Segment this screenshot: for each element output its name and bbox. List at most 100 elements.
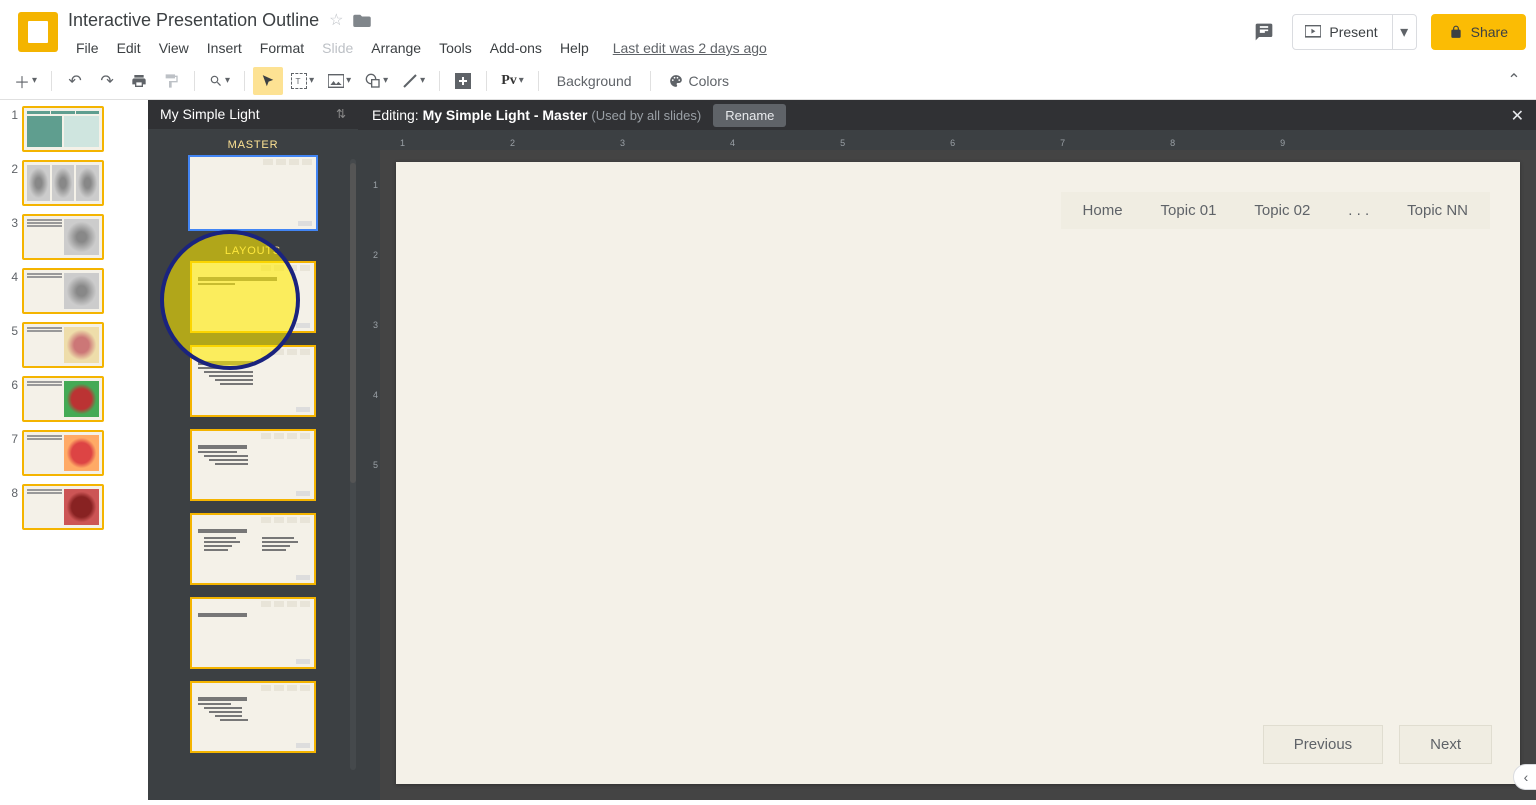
textbox-tool[interactable]: T ▾ — [285, 67, 320, 95]
last-edit-link[interactable]: Last edit was 2 days ago — [613, 40, 767, 56]
line-tool[interactable]: ▾ — [396, 67, 431, 95]
new-slide-button[interactable]: ＋▾ — [8, 67, 43, 95]
present-icon — [1305, 25, 1321, 39]
share-label: Share — [1471, 24, 1508, 40]
slide-thumb-4[interactable] — [22, 268, 104, 314]
separator — [194, 71, 195, 91]
separator — [51, 71, 52, 91]
separator — [244, 71, 245, 91]
menu-format[interactable]: Format — [252, 36, 312, 60]
menu-view[interactable]: View — [151, 36, 197, 60]
palette-icon — [669, 74, 683, 88]
vertical-ruler: 1 2 3 4 5 — [358, 130, 380, 800]
slide-thumb-2[interactable] — [22, 160, 104, 206]
menu-addons[interactable]: Add-ons — [482, 36, 550, 60]
nav-topic-1[interactable]: Topic 01 — [1161, 202, 1217, 219]
separator — [486, 71, 487, 91]
title-area: Interactive Presentation Outline ☆ File … — [68, 8, 1250, 60]
add-placeholder-button[interactable] — [448, 67, 478, 95]
editing-label: Editing: My Simple Light - Master (Used … — [372, 107, 701, 123]
slide-thumb-3[interactable] — [22, 214, 104, 260]
slide-thumb-6[interactable] — [22, 376, 104, 422]
theme-font-button[interactable]: Pv ▾ — [495, 67, 530, 95]
layout-thumb-2[interactable] — [190, 345, 316, 417]
present-dropdown[interactable]: ▾ — [1392, 15, 1416, 49]
slide-nav-bar[interactable]: Home Topic 01 Topic 02 . . . Topic NN — [1061, 192, 1490, 229]
workspace: 1 2 3 4 5 6 7 8 My Simple Light ⇅ MASTER… — [0, 100, 1536, 800]
slide-thumb-5[interactable] — [22, 322, 104, 368]
shape-tool[interactable]: ▾ — [359, 67, 394, 95]
slide-number: 3 — [4, 214, 22, 230]
zoom-button[interactable]: ▾ — [203, 67, 236, 95]
slide-thumb-1[interactable] — [22, 106, 104, 152]
background-button[interactable]: Background — [547, 69, 642, 93]
separator — [439, 71, 440, 91]
app-header: Interactive Presentation Outline ☆ File … — [0, 0, 1536, 62]
master-thumb[interactable] — [188, 155, 318, 231]
slides-app-icon[interactable] — [18, 12, 58, 52]
menu-file[interactable]: File — [68, 36, 107, 60]
menu-insert[interactable]: Insert — [199, 36, 250, 60]
canvas-area: Editing: My Simple Light - Master (Used … — [358, 100, 1536, 800]
menu-slide: Slide — [314, 36, 361, 60]
theme-name: My Simple Light — [160, 106, 260, 122]
nav-home[interactable]: Home — [1083, 202, 1123, 219]
paint-format-button[interactable] — [156, 67, 186, 95]
close-master-button[interactable]: ✕ — [1511, 106, 1524, 126]
present-button-group: Present ▾ — [1292, 14, 1416, 50]
slide-number: 6 — [4, 376, 22, 392]
slide-number: 4 — [4, 268, 22, 284]
colors-button[interactable]: Colors — [659, 69, 739, 93]
master-slide[interactable]: Home Topic 01 Topic 02 . . . Topic NN Pr… — [396, 162, 1520, 784]
layout-thumb-1[interactable] — [190, 261, 316, 333]
document-title[interactable]: Interactive Presentation Outline — [68, 10, 319, 31]
comments-icon[interactable] — [1250, 18, 1278, 46]
previous-button[interactable]: Previous — [1263, 725, 1383, 764]
master-scroll: MASTER LAYOUTS — [148, 129, 358, 800]
separator — [650, 71, 651, 91]
header-right: Present ▾ Share — [1250, 14, 1526, 50]
nav-ellipsis[interactable]: . . . — [1348, 202, 1369, 219]
master-scrollbar-thumb[interactable] — [350, 163, 356, 483]
master-panel-header: My Simple Light ⇅ — [148, 100, 358, 129]
rename-button[interactable]: Rename — [713, 104, 786, 127]
layouts-section-label: LAYOUTS — [148, 243, 358, 261]
redo-button[interactable]: ↷ — [92, 67, 122, 95]
next-button[interactable]: Next — [1399, 725, 1492, 764]
collapse-toolbar-button[interactable]: ⌃ — [1502, 68, 1526, 92]
slide-thumb-7[interactable] — [22, 430, 104, 476]
explore-side-tab[interactable]: ‹ — [1513, 764, 1536, 790]
layout-thumb-4[interactable] — [190, 513, 316, 585]
slide-number: 7 — [4, 430, 22, 446]
menu-help[interactable]: Help — [552, 36, 597, 60]
menu-bar: File Edit View Insert Format Slide Arran… — [68, 36, 1250, 60]
menu-edit[interactable]: Edit — [109, 36, 149, 60]
sort-themes-icon[interactable]: ⇅ — [336, 107, 346, 121]
print-button[interactable] — [124, 67, 154, 95]
undo-button[interactable]: ↶ — [60, 67, 90, 95]
move-folder-icon[interactable] — [353, 13, 371, 27]
slide-number: 5 — [4, 322, 22, 338]
present-button[interactable]: Present — [1293, 15, 1391, 49]
toolbar: ＋▾ ↶ ↷ ▾ T ▾ ▾ ▾ ▾ Pv ▾ Background — [0, 62, 1536, 100]
filmstrip: 1 2 3 4 5 6 7 8 — [0, 100, 148, 800]
slide-stage[interactable]: Home Topic 01 Topic 02 . . . Topic NN Pr… — [380, 150, 1536, 800]
horizontal-ruler: 1 2 3 4 5 6 7 8 9 — [380, 130, 1536, 150]
slide-thumb-8[interactable] — [22, 484, 104, 530]
slide-number: 1 — [4, 106, 22, 122]
select-tool[interactable] — [253, 67, 283, 95]
menu-tools[interactable]: Tools — [431, 36, 480, 60]
nav-topic-nn[interactable]: Topic NN — [1407, 202, 1468, 219]
image-tool[interactable]: ▾ — [322, 67, 357, 95]
menu-arrange[interactable]: Arrange — [363, 36, 429, 60]
layout-thumb-5[interactable] — [190, 597, 316, 669]
nav-topic-2[interactable]: Topic 02 — [1254, 202, 1310, 219]
layout-thumb-3[interactable] — [190, 429, 316, 501]
svg-text:T: T — [296, 76, 301, 85]
separator — [538, 71, 539, 91]
layout-thumb-6[interactable] — [190, 681, 316, 753]
master-section-label: MASTER — [148, 137, 358, 155]
slide-bottom-buttons: Previous Next — [1263, 725, 1492, 764]
star-icon[interactable]: ☆ — [329, 10, 343, 30]
share-button[interactable]: Share — [1431, 14, 1526, 50]
